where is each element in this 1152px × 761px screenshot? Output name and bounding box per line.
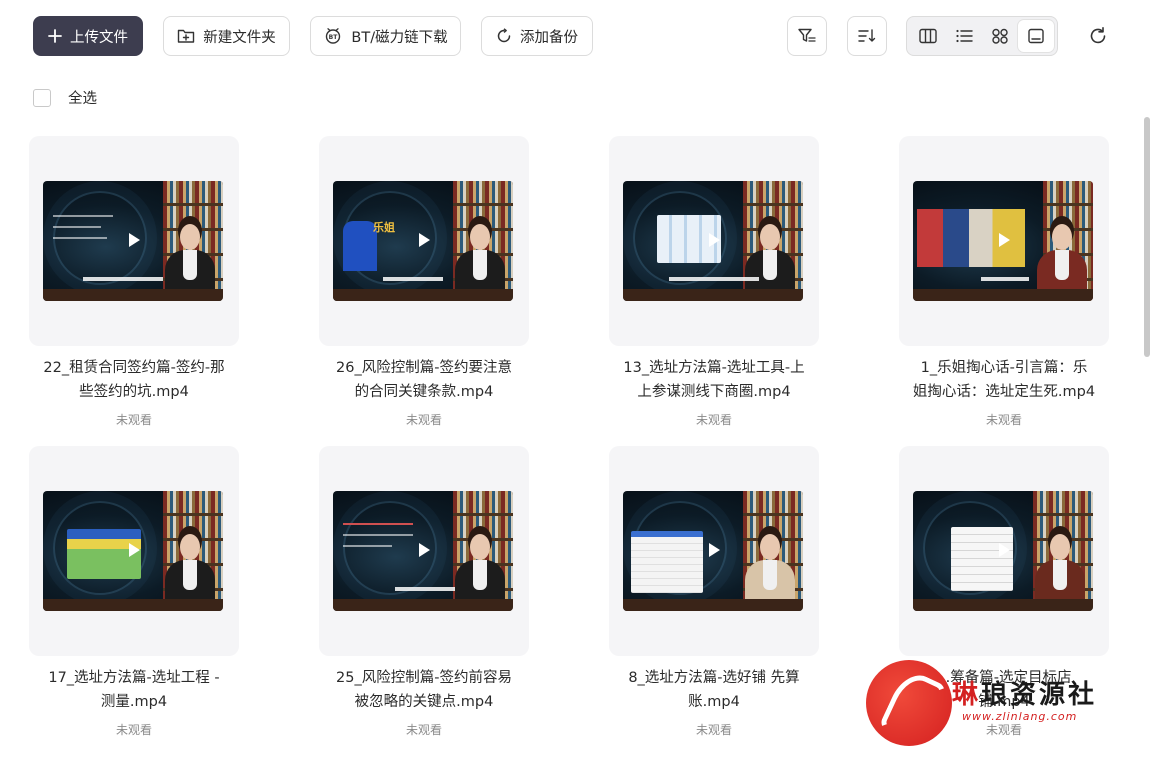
play-icon xyxy=(999,233,1010,247)
file-title[interactable]: 26_风险控制篇-签约要注意 的合同关键条款.mp4 xyxy=(304,356,544,404)
file-title[interactable]: 17_选址方法篇-选址工程 - 测量.mp4 xyxy=(14,666,254,714)
select-all-label: 全选 xyxy=(68,91,97,107)
watermark-url: www.zlinlang.com xyxy=(962,710,1078,723)
columns-view-icon xyxy=(919,28,937,44)
file-title-line: 17_选址方法篇-选址工程 - xyxy=(48,670,220,686)
watch-status: 未观看 xyxy=(115,413,152,427)
watch-status: 未观看 xyxy=(405,723,442,737)
file-card[interactable]: 25_风险控制篇-签约前容易 被忽略的关键点.mp4 未观看 xyxy=(319,446,559,746)
refresh-icon xyxy=(1090,27,1106,44)
folder-plus-icon xyxy=(178,29,195,43)
watch-status: 未观看 xyxy=(695,723,732,737)
video-overlay-name: 乐姐 xyxy=(373,221,395,234)
view-thumbnail-option[interactable] xyxy=(1018,20,1054,52)
file-title[interactable]: 1_乐姐掏心话-引言篇：乐 姐掏心话：选址定生死.mp4 xyxy=(884,356,1124,404)
upload-button[interactable]: 上传文件 xyxy=(33,16,143,56)
file-card[interactable]: 1_乐姐掏心话-引言篇：乐 姐掏心话：选址定生死.mp4 未观看 xyxy=(899,136,1139,436)
add-backup-button[interactable]: 添加备份 xyxy=(481,16,593,56)
sort-button[interactable] xyxy=(847,16,887,56)
video-thumbnail[interactable] xyxy=(43,491,223,611)
video-thumbnail[interactable] xyxy=(913,181,1093,301)
bt-download-button[interactable]: BT BT/磁力链下载 xyxy=(310,16,461,56)
file-card[interactable]: 17_选址方法篇-选址工程 - 测量.mp4 未观看 xyxy=(29,446,269,746)
play-icon xyxy=(419,233,430,247)
new-folder-button[interactable]: 新建文件夹 xyxy=(163,16,290,56)
file-title-line: 的合同关键条款.mp4 xyxy=(354,384,494,400)
view-mode-switcher xyxy=(906,16,1058,56)
grid-view-icon xyxy=(992,28,1008,44)
file-card[interactable]: 13_选址方法篇-选址工具-上 上参谋测线下商圈.mp4 未观看 xyxy=(609,136,849,436)
video-thumbnail[interactable] xyxy=(623,491,803,611)
file-title-line: 25_风险控制篇-签约前容易 xyxy=(336,670,512,686)
file-title-line: 13_选址方法篇-选址工具-上 xyxy=(623,360,805,376)
add-backup-label: 添加备份 xyxy=(520,29,578,46)
watch-status: 未观看 xyxy=(985,413,1022,427)
select-all-row: 全选 xyxy=(33,87,97,108)
file-title-line: 测量.mp4 xyxy=(100,694,168,710)
sort-icon xyxy=(858,29,876,42)
file-title-line: 22_租赁合同签约篇-签约-那 xyxy=(43,360,225,376)
select-all-checkbox[interactable] xyxy=(33,88,51,107)
watermark-text: 琳琅资源社 xyxy=(952,680,1098,710)
video-thumbnail[interactable] xyxy=(913,491,1093,611)
file-title-line: 账.mp4 xyxy=(688,694,740,710)
bt-magnet-icon: BT xyxy=(326,28,341,44)
new-folder-label: 新建文件夹 xyxy=(203,29,276,46)
watch-status: 未观看 xyxy=(695,413,732,427)
file-card[interactable]: 22_租赁合同签约篇-签约-那 些签约的坑.mp4 未观看 xyxy=(29,136,269,436)
filter-icon xyxy=(798,28,816,42)
video-thumbnail[interactable] xyxy=(43,181,223,301)
video-thumbnail[interactable]: 乐姐 xyxy=(333,181,513,301)
sync-icon xyxy=(497,28,511,43)
video-thumbnail[interactable] xyxy=(623,181,803,301)
file-title-line: 26_风险控制篇-签约要注意 xyxy=(336,360,512,376)
file-title-line: 姐掏心话：选址定生死.mp4 xyxy=(912,384,1096,400)
vertical-scrollbar[interactable] xyxy=(1142,115,1152,761)
file-title-line: 8_选址方法篇-选好铺 先算 xyxy=(628,670,800,686)
file-title-line: 些签约的坑.mp4 xyxy=(79,384,189,400)
play-icon xyxy=(709,543,720,557)
view-list-option[interactable] xyxy=(946,20,982,52)
file-title[interactable]: 22_租赁合同签约篇-签约-那 些签约的坑.mp4 xyxy=(14,356,254,404)
plus-icon xyxy=(48,29,62,43)
file-title[interactable]: 8_选址方法篇-选好铺 先算 账.mp4 xyxy=(594,666,834,714)
file-title-line: 被忽略的关键点.mp4 xyxy=(354,694,494,710)
watch-status: 未观看 xyxy=(115,723,152,737)
play-icon xyxy=(129,543,140,557)
file-title-line: 上参谋测线下商圈.mp4 xyxy=(637,384,791,400)
watch-status: 未观看 xyxy=(405,413,442,427)
thumbnail-view-icon xyxy=(1028,28,1044,44)
video-thumbnail[interactable] xyxy=(333,491,513,611)
file-title[interactable]: 13_选址方法篇-选址工具-上 上参谋测线下商圈.mp4 xyxy=(594,356,834,404)
view-columns-option[interactable] xyxy=(910,20,946,52)
file-title-line: 1_乐姐掏心话-引言篇：乐 xyxy=(920,360,1088,376)
refresh-button[interactable] xyxy=(1083,16,1113,56)
filter-button[interactable] xyxy=(787,16,827,56)
watermark: 琳琅资源社 www.zlinlang.com xyxy=(866,658,1136,748)
play-icon xyxy=(129,233,140,247)
scrollbar-thumb[interactable] xyxy=(1144,117,1150,357)
play-icon xyxy=(999,543,1010,557)
svg-text:BT: BT xyxy=(329,34,339,41)
file-title[interactable]: 25_风险控制篇-签约前容易 被忽略的关键点.mp4 xyxy=(304,666,544,714)
upload-label: 上传文件 xyxy=(70,29,128,46)
file-card[interactable]: 乐姐 26_风险控制篇-签约要注意 的合同关键条款.mp4 未观看 xyxy=(319,136,559,436)
list-view-icon xyxy=(956,29,973,43)
view-grid-option[interactable] xyxy=(982,20,1018,52)
bt-download-label: BT/磁力链下载 xyxy=(351,29,448,46)
toolbar: 上传文件 新建文件夹 BT BT/磁力链下载 添加备份 xyxy=(33,16,1152,56)
file-card[interactable]: 8_选址方法篇-选好铺 先算 账.mp4 未观看 xyxy=(609,446,849,746)
play-icon xyxy=(419,543,430,557)
deer-logo-icon xyxy=(866,660,952,746)
play-icon xyxy=(709,233,720,247)
